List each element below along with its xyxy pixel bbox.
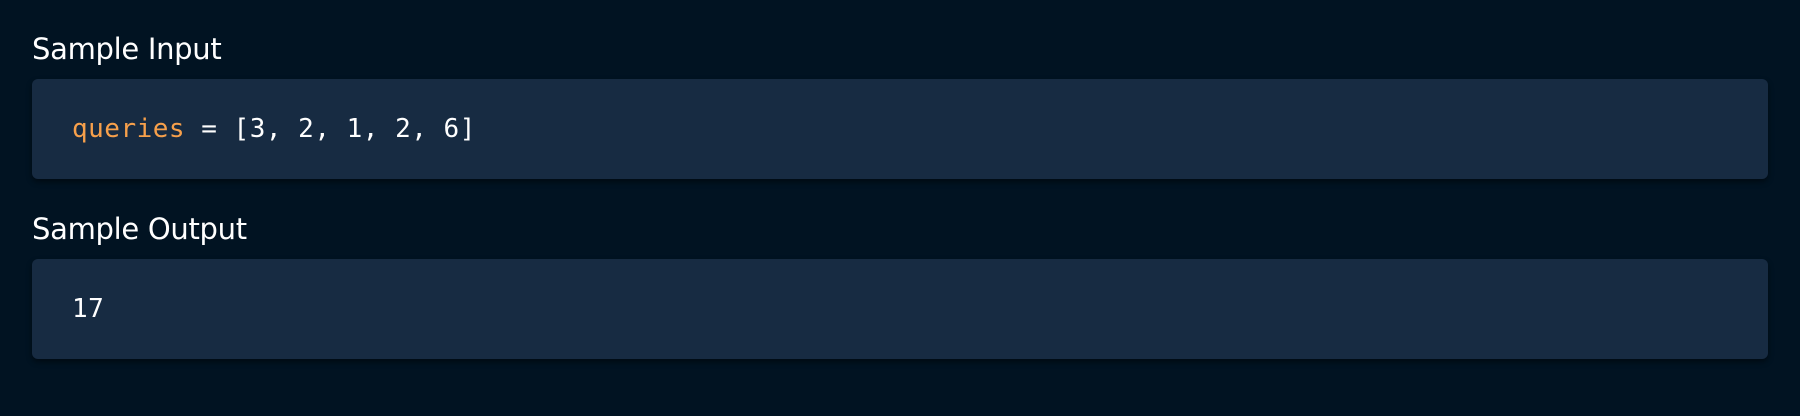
sample-output-title: Sample Output bbox=[32, 212, 247, 246]
sample-input-code-block[interactable]: queries = [3, 2, 1, 2, 6] bbox=[32, 79, 1768, 179]
sample-output-value: 17 bbox=[72, 294, 105, 324]
sample-input-title: Sample Input bbox=[32, 32, 222, 66]
sample-output-code-block[interactable]: 17 bbox=[32, 259, 1768, 359]
sample-input-variable: queries bbox=[72, 114, 186, 144]
sample-input-code: queries = [3, 2, 1, 2, 6] bbox=[72, 114, 476, 144]
sample-input-value: [3, 2, 1, 2, 6] bbox=[233, 114, 476, 144]
sample-input-operator: = bbox=[185, 114, 234, 144]
